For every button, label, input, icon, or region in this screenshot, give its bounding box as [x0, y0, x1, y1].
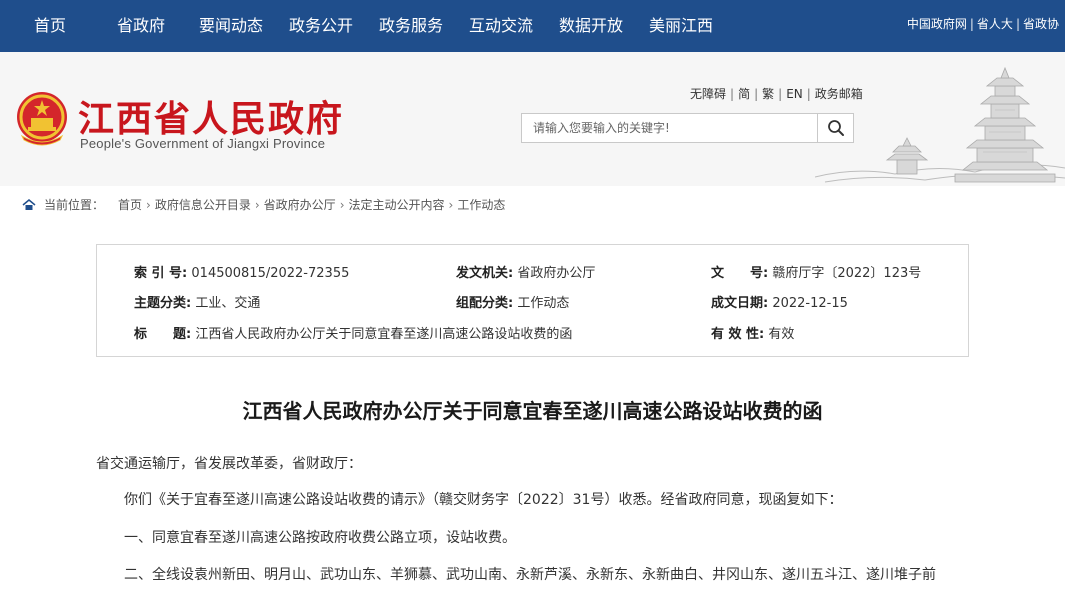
separator: |	[806, 87, 811, 101]
document-number-label: 文 号:	[711, 266, 769, 281]
nav-item-interaction[interactable]: 互动交流	[469, 0, 533, 52]
document-metadata-box: 索 引 号: 014500815/2022-72355 发文机关: 省政府办公厅…	[96, 244, 969, 357]
article-paragraph: 二、全线设袁州新田、明月山、武功山东、羊狮慕、武功山南、永新芦溪、永新东、永新曲…	[124, 567, 936, 583]
separator: |	[1015, 17, 1020, 31]
link-simplified-chinese[interactable]: 简	[738, 87, 750, 101]
index-number-label: 索 引 号:	[134, 266, 188, 281]
article-paragraph: 一、同意宜春至遂川高速公路按政府收费公路立项，设站收费。	[124, 530, 516, 546]
link-provincial-peoples-congress[interactable]: 省人大	[977, 17, 1013, 31]
separator: |	[969, 17, 974, 31]
breadcrumb-label: 当前位置：	[44, 198, 105, 212]
nav-item-government-services[interactable]: 政务服务	[379, 0, 443, 52]
search-box	[521, 113, 854, 143]
validity-value: 有效	[768, 327, 795, 342]
issuing-authority-field: 发文机关: 省政府办公厅	[456, 262, 595, 281]
breadcrumb-arrow-icon: ›	[146, 197, 151, 212]
link-english[interactable]: EN	[786, 87, 803, 101]
article-recipients: 省交通运输厅，省发展改革委，省财政厅：	[96, 456, 362, 472]
written-date-value: 2022-12-15	[772, 296, 848, 311]
group-category-field: 组配分类: 工作动态	[456, 292, 569, 311]
document-title-field: 标 题: 江西省人民政府办公厅关于同意宜春至遂川高速公路设站收费的函	[134, 323, 572, 342]
breadcrumb-item-work-news[interactable]: 工作动态	[457, 196, 505, 213]
link-provincial-cppcc[interactable]: 省政协	[1023, 17, 1059, 31]
separator: |	[730, 87, 735, 101]
site-subtitle: People's Government of Jiangxi Province	[80, 136, 326, 151]
document-title-label: 标 题:	[134, 327, 192, 342]
breadcrumb-arrow-icon: ›	[448, 197, 454, 212]
breadcrumb-item-home[interactable]: 首页	[118, 196, 142, 213]
home-icon	[22, 198, 36, 210]
breadcrumb: 当前位置： 首页 › 政府信息公开目录 › 省政府办公厅 › 法定主动公开内容 …	[22, 196, 505, 213]
tengwang-pavilion-illustration	[815, 66, 1065, 183]
document-number-field: 文 号: 赣府厅字〔2022〕123号	[711, 262, 921, 281]
link-traditional-chinese[interactable]: 繁	[762, 87, 774, 101]
national-emblem-logo	[17, 92, 67, 146]
breadcrumb-arrow-icon: ›	[254, 197, 260, 212]
validity-field: 有 效 性: 有效	[711, 323, 794, 342]
index-number-value: 014500815/2022-72355	[191, 266, 350, 281]
issuing-authority-value: 省政府办公厅	[517, 266, 596, 281]
nav-item-home[interactable]: 首页	[34, 0, 66, 52]
nav-item-news[interactable]: 要闻动态	[199, 0, 263, 52]
index-number-field: 索 引 号: 014500815/2022-72355	[134, 262, 349, 281]
separator: |	[754, 87, 759, 101]
issuing-authority-label: 发文机关:	[456, 266, 514, 281]
group-category-value: 工作动态	[517, 296, 570, 311]
breadcrumb-item-statutory-disclosure[interactable]: 法定主动公开内容	[349, 196, 445, 213]
topic-category-value: 工业、交通	[195, 296, 261, 311]
separator: |	[778, 87, 783, 101]
breadcrumb-arrow-icon: ›	[339, 197, 345, 212]
nav-item-beautiful-jiangxi[interactable]: 美丽江西	[649, 0, 713, 52]
topic-category-field: 主题分类: 工业、交通	[134, 292, 260, 311]
breadcrumb-item-disclosure-catalog[interactable]: 政府信息公开目录	[155, 196, 251, 213]
nav-item-government-affairs-disclosure[interactable]: 政务公开	[289, 0, 353, 52]
top-right-links: 中国政府网 | 省人大 | 省政协	[907, 0, 1059, 52]
written-date-field: 成文日期: 2022-12-15	[711, 292, 848, 311]
validity-label: 有 效 性:	[711, 327, 765, 342]
nav-item-open-data[interactable]: 数据开放	[559, 0, 623, 52]
link-china-government-website[interactable]: 中国政府网	[907, 17, 967, 31]
search-input[interactable]	[522, 114, 817, 142]
site-header: 江西省人民政府 People's Government of Jiangxi P…	[0, 52, 1065, 186]
nav-item-provincial-government[interactable]: 省政府	[117, 0, 165, 52]
document-number-value: 赣府厅字〔2022〕123号	[772, 266, 922, 281]
top-navigation-bar: 首页 省政府 要闻动态 政务公开 政务服务 互动交流 数据开放 美丽江西 中国政…	[0, 0, 1065, 52]
written-date-label: 成文日期:	[711, 296, 769, 311]
site-title[interactable]: 江西省人民政府	[78, 90, 344, 142]
group-category-label: 组配分类:	[456, 296, 514, 311]
link-accessibility[interactable]: 无障碍	[690, 87, 726, 101]
article-title: 江西省人民政府办公厅关于同意宜春至遂川高速公路设站收费的函	[242, 399, 823, 423]
breadcrumb-item-general-office[interactable]: 省政府办公厅	[264, 196, 336, 213]
topic-category-label: 主题分类:	[134, 296, 192, 311]
article-paragraph: 你们《关于宜春至遂川高速公路设站收费的请示》（赣交财务字〔2022〕31号）收悉…	[124, 492, 843, 508]
document-title-value: 江西省人民政府办公厅关于同意宜春至遂川高速公路设站收费的函	[195, 327, 573, 342]
